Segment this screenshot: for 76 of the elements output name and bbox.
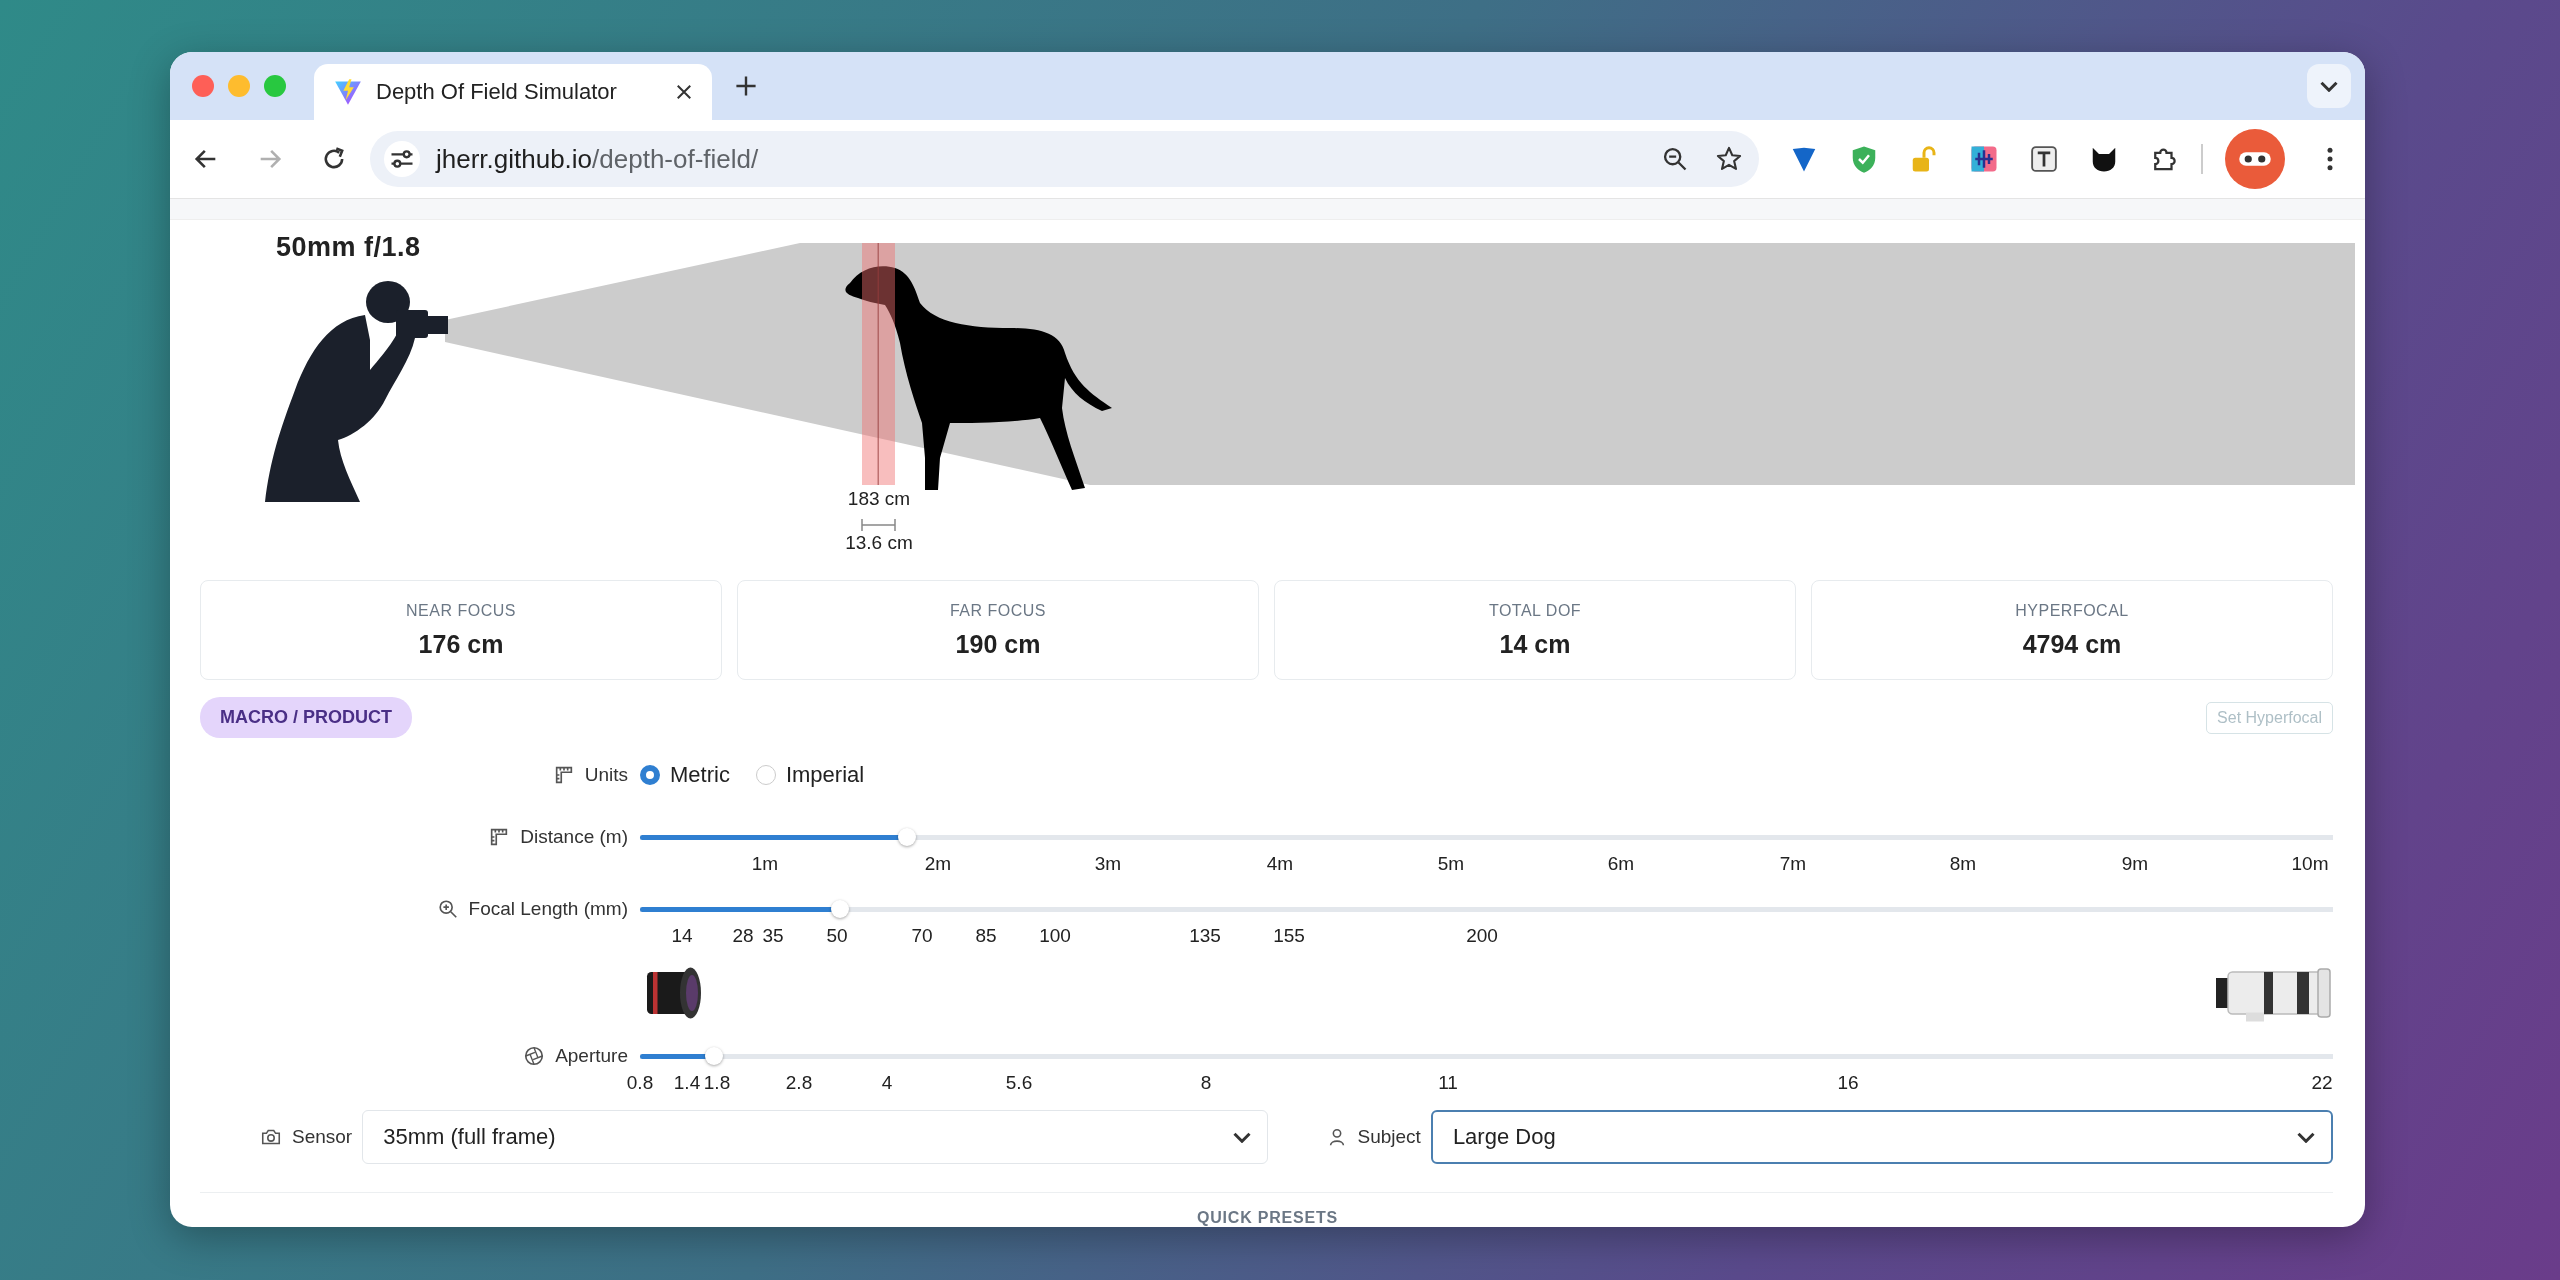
zoom-icon[interactable] (1661, 145, 1689, 173)
slider-thumb[interactable] (705, 1047, 724, 1065)
waveform-extension-icon[interactable] (1969, 144, 1999, 174)
letter-t-extension-icon[interactable] (2029, 144, 2059, 174)
tick-label: 6m (1607, 853, 1635, 875)
tick-label: 16 (1837, 1072, 1859, 1094)
slider-label: Focal Length (mm) (468, 898, 628, 920)
browser-tab[interactable]: Depth Of Field Simulator (314, 64, 712, 120)
tick-label: 5.6 (1005, 1072, 1033, 1094)
stat-label: HYPERFOCAL (2015, 601, 2129, 620)
url-path: /depth-of-field/ (592, 143, 759, 175)
tick-label: 35 (762, 925, 784, 947)
new-tab-icon[interactable] (734, 74, 758, 98)
tick-label: 22 (2311, 1072, 2333, 1094)
tick-label: 10m (2291, 853, 2329, 875)
select-label: Sensor (292, 1126, 353, 1148)
chevron-down-icon (1232, 1131, 1251, 1143)
dof-bracket (861, 518, 896, 532)
focus-distance-label: 183 cm (846, 488, 912, 510)
stat-value: 14 cm (1499, 629, 1571, 659)
tick-label: 4 (881, 1072, 893, 1094)
units-label: Units (584, 764, 628, 786)
tick-label: 5m (1437, 853, 1465, 875)
tab-list-button[interactable] (2307, 64, 2351, 108)
stat-value: 190 cm (955, 629, 1041, 659)
unit-radio[interactable]: Metric (640, 762, 730, 788)
chevron-down-icon (2320, 80, 2338, 92)
tick-label: 1.8 (703, 1072, 731, 1094)
bookmark-star-icon[interactable] (1715, 145, 1743, 173)
url-host: jherr.github.io (435, 143, 593, 175)
tick-label: 50 (826, 925, 848, 947)
tick-label: 200 (1466, 925, 1498, 947)
stat-label: NEAR FOCUS (406, 601, 516, 620)
slider-label: Distance (m) (520, 826, 628, 848)
profile-avatar[interactable] (2225, 129, 2285, 189)
stat-label: FAR FOCUS (949, 601, 1047, 620)
dof-width-label: 13.6 cm (844, 532, 914, 554)
stat-value: 4794 cm (2022, 629, 2122, 659)
stat-label: TOTAL DOF (1488, 601, 1582, 620)
tick-label: 100 (1039, 925, 1071, 947)
tick-label: 85 (975, 925, 997, 947)
tick-label: 28 (732, 925, 754, 947)
chevron-down-icon (2297, 1131, 2315, 1143)
triangle-logo-icon (334, 78, 362, 106)
tick-label: 2m (924, 853, 952, 875)
slider-thumb[interactable] (898, 828, 917, 846)
tick-label: 155 (1273, 925, 1305, 947)
select-label: Subject (1357, 1126, 1421, 1148)
close-tab-icon[interactable] (674, 82, 694, 102)
tick-label: 11 (1438, 1072, 1458, 1094)
mode-badge: MACRO / PRODUCT (200, 697, 412, 738)
tick-label: 3m (1094, 853, 1122, 875)
tick-label: 8 (1200, 1072, 1212, 1094)
aperture-icon (523, 1045, 546, 1067)
tick-label: 1.4 (673, 1072, 701, 1094)
dropdown-select[interactable]: Large Dog (1430, 1110, 2333, 1164)
slider-label: Aperture (555, 1045, 628, 1067)
tick-label: 8m (1949, 853, 1977, 875)
tick-label: 70 (911, 925, 933, 947)
stat-value: 176 cm (418, 629, 504, 659)
tick-label: 0.8 (626, 1072, 654, 1094)
slider-thumb[interactable] (830, 900, 849, 918)
tick-label: 135 (1189, 925, 1221, 947)
unit-radio[interactable]: Imperial (755, 762, 865, 788)
tick-label: 9m (2121, 853, 2149, 875)
tick-label: 2.8 (785, 1072, 813, 1094)
section-heading: QUICK PRESETS (1195, 1209, 1340, 1227)
tick-label: 4m (1266, 853, 1294, 875)
lens-label: 50mm f/1.8 (276, 232, 421, 263)
dropdown-select[interactable]: 35mm (full frame) (362, 1110, 1268, 1164)
tick-label: 7m (1779, 853, 1807, 875)
zoom-in-icon (436, 898, 459, 920)
tick-label: 1m (751, 853, 779, 875)
site-settings-icon[interactable] (383, 141, 420, 177)
address-bar[interactable]: jherr.github.io/depth-of-field/ (369, 131, 1759, 187)
tick-label: 14 (671, 925, 693, 947)
